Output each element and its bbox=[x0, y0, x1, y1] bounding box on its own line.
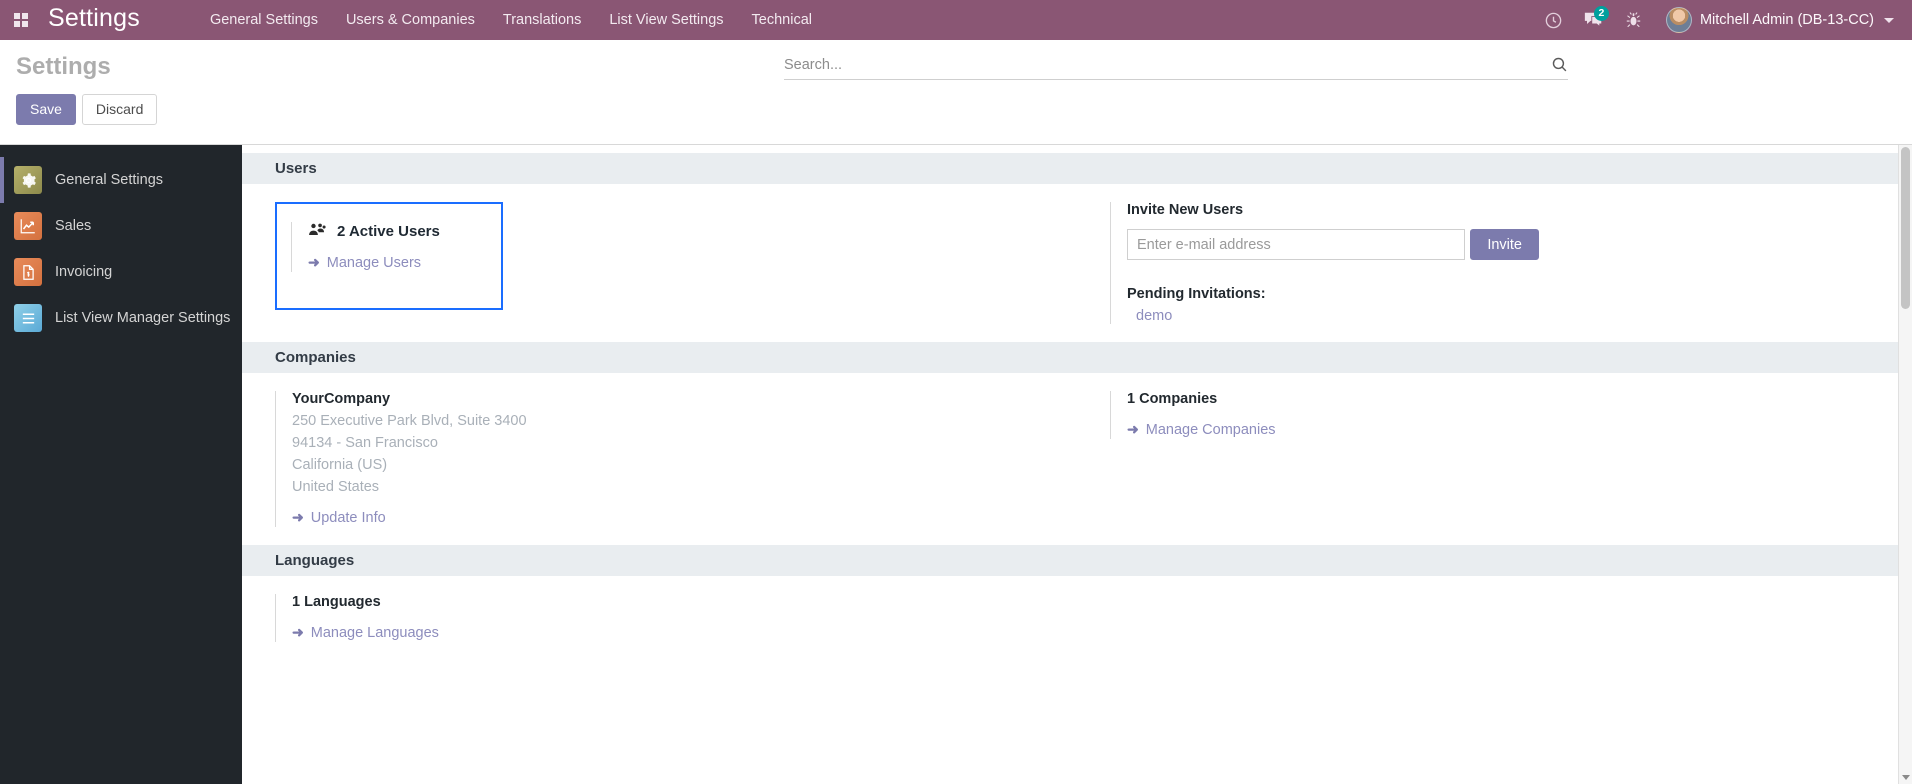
section-companies: Companies YourCompany 250 Executive Park… bbox=[242, 342, 1912, 545]
users-group-icon bbox=[308, 222, 327, 240]
sidebar-item-general-settings[interactable]: General Settings bbox=[0, 157, 242, 203]
manage-languages-label: Manage Languages bbox=[311, 625, 439, 641]
discard-button[interactable]: Discard bbox=[82, 94, 157, 125]
invite-new-users-label: Invite New Users bbox=[1127, 202, 1892, 218]
bug-icon bbox=[1625, 11, 1642, 29]
sidebar-item-label: List View Manager Settings bbox=[55, 310, 230, 326]
manage-users-label: Manage Users bbox=[327, 255, 421, 271]
user-avatar bbox=[1666, 7, 1692, 33]
scrollbar-thumb[interactable] bbox=[1901, 147, 1910, 309]
sidebar-item-label: General Settings bbox=[55, 172, 163, 188]
sidebar-item-label: Sales bbox=[55, 218, 91, 234]
active-users-card[interactable]: 2 Active Users ➜ Manage Users bbox=[275, 202, 503, 310]
invite-row: Invite bbox=[1127, 229, 1539, 260]
apps-menu-button[interactable] bbox=[0, 0, 42, 40]
navbar-menu-users-companies[interactable]: Users & Companies bbox=[332, 0, 489, 40]
users-column: 2 Active Users ➜ Manage Users bbox=[242, 184, 1077, 342]
top-navbar: Settings General Settings Users & Compan… bbox=[0, 0, 1912, 40]
manage-languages-link[interactable]: ➜ Manage Languages bbox=[292, 624, 439, 641]
arrow-right-icon: ➜ bbox=[308, 254, 320, 271]
messages-button[interactable]: 2 bbox=[1576, 0, 1612, 40]
search-view bbox=[784, 56, 1568, 80]
clock-icon bbox=[1544, 11, 1563, 30]
manage-companies-label: Manage Companies bbox=[1146, 422, 1276, 438]
languages-spacer-column bbox=[1077, 576, 1912, 660]
debug-bug-button[interactable] bbox=[1616, 0, 1652, 40]
navbar-menu-translations[interactable]: Translations bbox=[489, 0, 595, 40]
apps-grid-icon bbox=[14, 13, 28, 27]
company-address-line: 94134 - San Francisco bbox=[292, 435, 1057, 451]
settings-sidebar: General Settings Sales Invoicing bbox=[0, 145, 242, 784]
invite-email-input[interactable] bbox=[1127, 229, 1465, 260]
active-users-count-label: 2 Active Users bbox=[337, 223, 440, 240]
company-name-label: YourCompany bbox=[292, 391, 1057, 407]
pending-invitation-item[interactable]: demo bbox=[1127, 308, 1892, 324]
messages-count-badge: 2 bbox=[1594, 6, 1609, 21]
languages-column: 1 Languages ➜ Manage Languages bbox=[242, 576, 1077, 660]
sidebar-item-label: Invoicing bbox=[55, 264, 112, 280]
companies-count-label: 1 Companies bbox=[1127, 391, 1892, 407]
arrow-right-icon: ➜ bbox=[1127, 421, 1139, 438]
sidebar-item-list-view-manager-settings[interactable]: List View Manager Settings bbox=[0, 295, 242, 341]
active-users-stat: 2 Active Users bbox=[308, 222, 487, 240]
company-address-line: United States bbox=[292, 479, 1057, 495]
gear-icon bbox=[14, 166, 42, 194]
scroll-down-arrow-icon[interactable] bbox=[1902, 775, 1910, 780]
navbar-menu-list: General Settings Users & Companies Trans… bbox=[196, 0, 826, 40]
arrow-right-icon: ➜ bbox=[292, 509, 304, 526]
manage-companies-link[interactable]: ➜ Manage Companies bbox=[1127, 421, 1276, 438]
chart-line-icon bbox=[14, 212, 42, 240]
sidebar-item-invoicing[interactable]: Invoicing bbox=[0, 249, 242, 295]
invite-column: Invite New Users Invite Pending Invitati… bbox=[1077, 184, 1912, 342]
control-panel: Settings Save Discard bbox=[0, 40, 1912, 145]
invite-button[interactable]: Invite bbox=[1470, 229, 1539, 260]
user-menu[interactable]: Mitchell Admin (DB-13-CC) bbox=[1656, 7, 1898, 33]
navbar-menu-list-view-settings[interactable]: List View Settings bbox=[595, 0, 737, 40]
app-brand-title[interactable]: Settings bbox=[48, 4, 140, 36]
section-title: Users bbox=[242, 153, 1912, 184]
app-body: General Settings Sales Invoicing bbox=[0, 145, 1912, 784]
arrow-right-icon: ➜ bbox=[292, 624, 304, 641]
update-info-link[interactable]: ➜ Update Info bbox=[292, 509, 386, 526]
update-info-label: Update Info bbox=[311, 510, 386, 526]
activity-clock-button[interactable] bbox=[1536, 0, 1572, 40]
navbar-menu-general-settings[interactable]: General Settings bbox=[196, 0, 332, 40]
section-title: Companies bbox=[242, 342, 1912, 373]
manage-users-link[interactable]: ➜ Manage Users bbox=[308, 254, 421, 271]
section-users: Users bbox=[242, 153, 1912, 342]
company-address-line: California (US) bbox=[292, 457, 1057, 473]
sidebar-item-sales[interactable]: Sales bbox=[0, 203, 242, 249]
record-action-buttons: Save Discard bbox=[16, 94, 1896, 125]
languages-count-label: 1 Languages bbox=[292, 594, 1057, 610]
company-info-column: YourCompany 250 Executive Park Blvd, Sui… bbox=[242, 373, 1077, 545]
magnifier-icon[interactable] bbox=[1551, 56, 1568, 73]
companies-count-column: 1 Companies ➜ Manage Companies bbox=[1077, 373, 1912, 545]
navbar-menu-technical[interactable]: Technical bbox=[738, 0, 826, 40]
user-name-label: Mitchell Admin (DB-13-CC) bbox=[1700, 12, 1874, 28]
section-title: Languages bbox=[242, 545, 1912, 576]
section-languages: Languages 1 Languages ➜ Manage Languages bbox=[242, 545, 1912, 660]
pending-invitations-label: Pending Invitations: bbox=[1127, 286, 1892, 302]
chevron-down-icon bbox=[1884, 18, 1894, 23]
invoice-document-icon bbox=[14, 258, 42, 286]
search-input[interactable] bbox=[784, 57, 1551, 73]
list-view-icon bbox=[14, 304, 42, 332]
vertical-scrollbar[interactable] bbox=[1898, 145, 1912, 784]
settings-content: Users bbox=[242, 145, 1912, 784]
navbar-right-tools: 2 Mitchell Admin (DB-13-CC) bbox=[1536, 0, 1912, 40]
save-button[interactable]: Save bbox=[16, 94, 76, 125]
company-address-line: 250 Executive Park Blvd, Suite 3400 bbox=[292, 413, 1057, 429]
